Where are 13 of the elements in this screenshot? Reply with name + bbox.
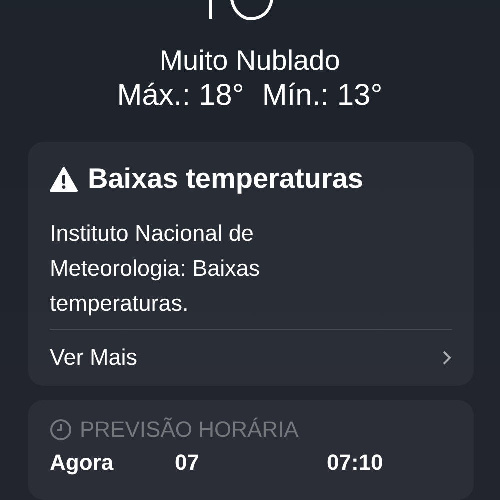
clock-icon <box>50 419 72 441</box>
hour-label: 07:10 <box>327 450 384 476</box>
hour-label: 07 <box>175 450 200 476</box>
see-more-link[interactable]: Ver Mais <box>50 330 452 386</box>
warning-icon <box>50 166 78 192</box>
alert-message: Instituto Nacional de Meteorologia: Baixas temperaturas. <box>50 220 262 318</box>
hour-label: Agora <box>50 450 115 476</box>
weather-condition: Muito Nublado <box>160 44 340 78</box>
section-title: PREVISÃO HORÁRIA <box>80 416 299 444</box>
chevron-right-icon <box>442 350 452 366</box>
temperature-range: Máx.: 18° <box>117 78 244 114</box>
temperature-range: Mín.: 13° <box>262 78 383 114</box>
alert-title: Baixas temperaturas <box>88 162 364 196</box>
